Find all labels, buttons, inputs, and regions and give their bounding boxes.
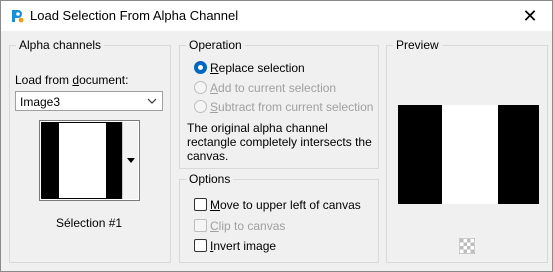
clip-to-canvas-checkbox[interactable]	[194, 219, 207, 232]
replace-selection-radio[interactable]	[194, 61, 207, 74]
alpha-channel-picker[interactable]	[39, 120, 140, 201]
preview-image	[398, 105, 539, 204]
window-title: Load Selection From Alpha Channel	[30, 8, 239, 23]
alpha-channel-dropdown-button[interactable]	[122, 122, 138, 199]
dropdown-arrow-icon	[126, 158, 135, 163]
move-to-upper-left-checkbox[interactable]	[194, 198, 207, 211]
document-select[interactable]: Image3	[15, 91, 163, 111]
close-button[interactable]: ✕	[512, 1, 548, 31]
replace-selection-label[interactable]: Replace selection	[210, 61, 305, 75]
document-select-value: Image3	[20, 95, 61, 109]
load-from-document-label: Load from document:	[15, 73, 129, 87]
selection-name: Sélection #1	[56, 216, 123, 230]
paint-shop-pro-icon	[12, 10, 24, 23]
subtract-selection-label[interactable]: Subtract from current selection	[210, 100, 373, 114]
transparency-checker-icon[interactable]	[459, 238, 475, 254]
subtract-selection-radio[interactable]	[194, 100, 207, 113]
alpha-channels-title: Alpha channels	[16, 38, 105, 52]
chevron-down-icon	[147, 98, 157, 104]
move-to-upper-left-label[interactable]: Move to upper left of canvas	[210, 198, 361, 212]
options-title: Options	[186, 172, 234, 186]
operation-description: The original alpha channel rectangle com…	[187, 121, 372, 163]
close-icon: ✕	[522, 6, 538, 26]
add-to-selection-label[interactable]: Add to current selection	[210, 81, 336, 95]
operation-title: Operation	[186, 38, 245, 52]
alpha-channel-thumbnail	[41, 122, 123, 199]
invert-image-checkbox[interactable]	[194, 239, 207, 252]
title-bar[interactable]: Load Selection From Alpha Channel ✕	[1, 1, 552, 31]
preview-title: Preview	[393, 38, 442, 52]
clip-to-canvas-label[interactable]: Clip to canvas	[210, 219, 285, 233]
dialog-window: Load Selection From Alpha Channel ✕ Alph…	[0, 0, 553, 272]
add-to-selection-radio[interactable]	[194, 81, 207, 94]
invert-image-label[interactable]: Invert image	[210, 239, 276, 253]
